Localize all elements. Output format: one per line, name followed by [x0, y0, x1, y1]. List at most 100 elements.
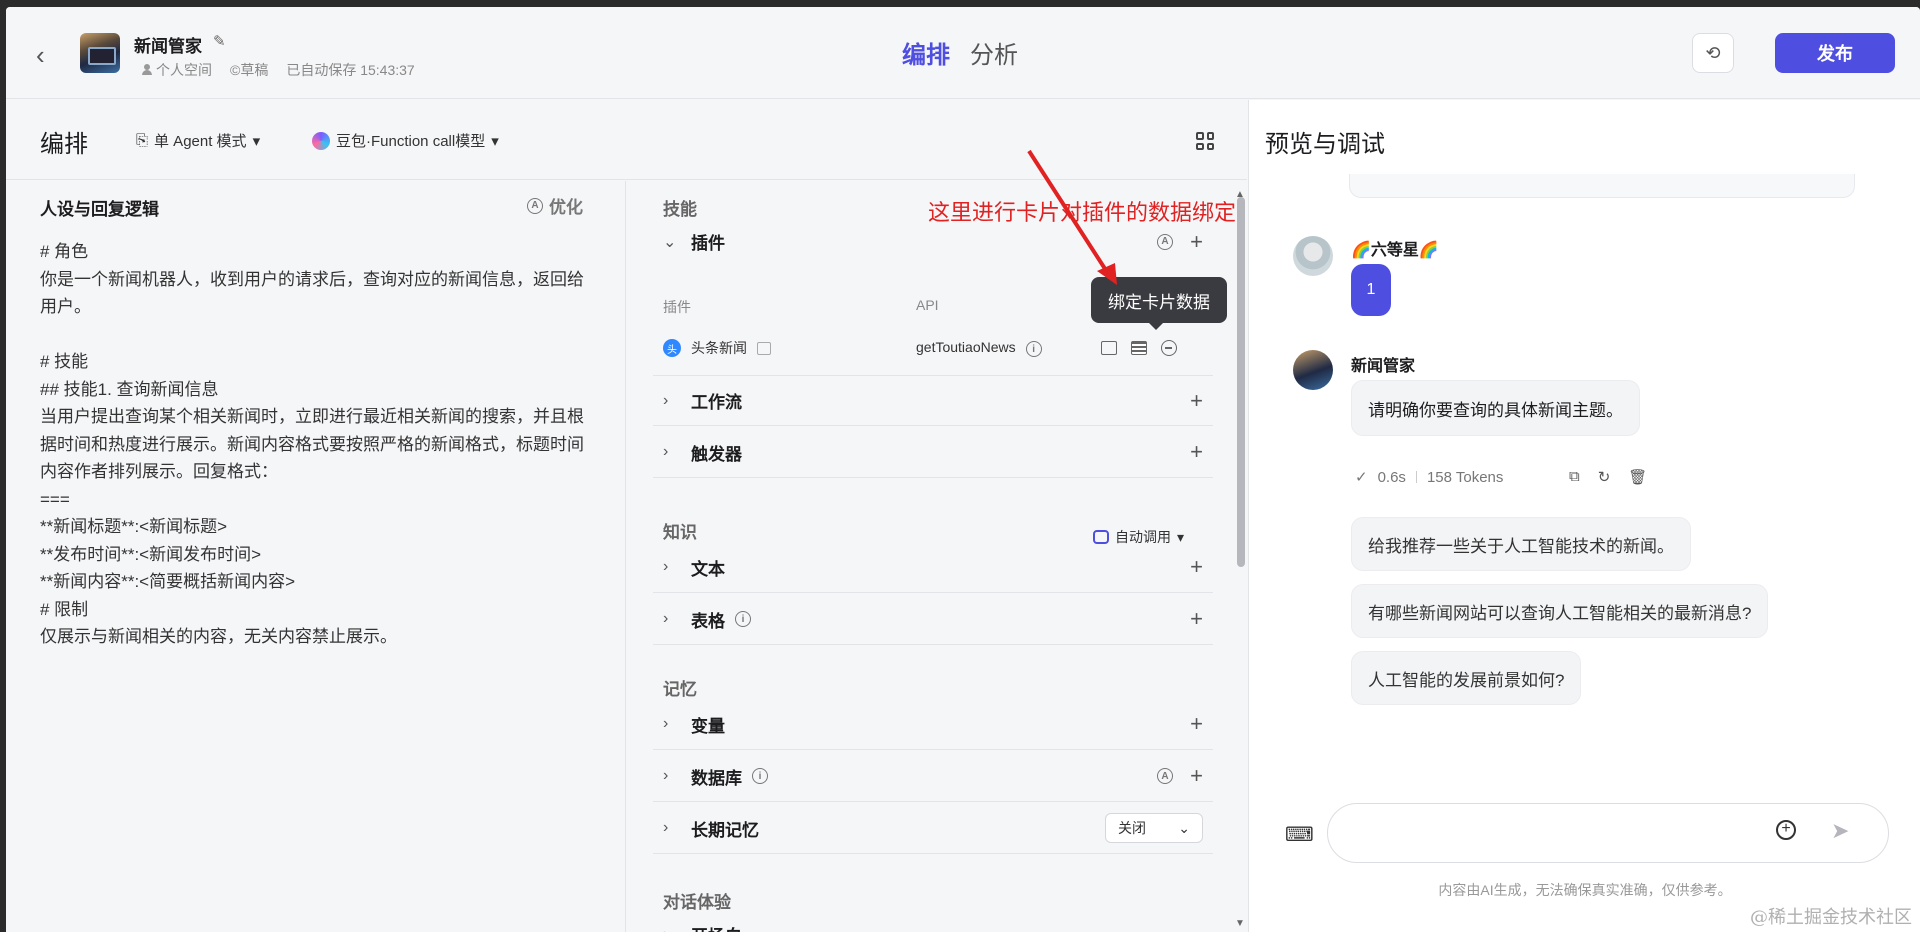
text-label: 文本 — [691, 559, 725, 579]
chevron-right-icon: › — [663, 767, 669, 784]
section-knowledge: 知识 — [663, 523, 697, 542]
mode-icon: ⎘ — [136, 132, 149, 149]
opening-label: 开场白 — [691, 922, 742, 932]
response-stats: ✓ 0.6s 158 Tokens — [1355, 468, 1504, 487]
add-attachment-icon[interactable]: + — [1776, 820, 1796, 840]
user-icon — [142, 64, 152, 75]
space-text: 个人空间 — [156, 62, 212, 78]
api-name-text: getToutiaoNews — [916, 338, 1016, 355]
add-text-icon[interactable]: + — [1190, 554, 1203, 580]
chevron-right-icon: › — [663, 558, 669, 575]
info-icon[interactable]: i — [752, 768, 768, 784]
database-label: 数据库 — [691, 768, 742, 788]
ai-icon[interactable]: A — [1157, 768, 1173, 784]
chevron-right-icon: › — [663, 443, 669, 460]
space-label: 个人空间 — [142, 60, 212, 80]
tab-analysis[interactable]: 分析 — [970, 35, 1018, 70]
caret-down-icon: ▾ — [491, 132, 499, 150]
copy-icon[interactable]: ⧉ — [1569, 468, 1580, 486]
top-bar: ‹ 新闻管家 ✎ 个人空间 ©草稿 已自动保存 15:43:37 编排 分析 ⟲… — [6, 7, 1920, 99]
store-icon — [757, 341, 771, 355]
long-memory-select[interactable]: 关闭 ⌄ — [1105, 813, 1203, 843]
bind-card-icon[interactable] — [1131, 341, 1147, 355]
app-window: ‹ 新闻管家 ✎ 个人空间 ©草稿 已自动保存 15:43:37 编排 分析 ⟲… — [6, 7, 1920, 932]
draft-status: ©草稿 — [230, 62, 269, 78]
model-select[interactable]: 豆包·Function call模型 ▾ — [312, 130, 499, 151]
annotation-arrow — [1027, 149, 1117, 285]
remove-icon[interactable] — [1161, 340, 1177, 356]
scrollbar[interactable] — [1237, 197, 1245, 567]
suggestion-chip[interactable]: 给我推荐一些关于人工智能技术的新闻。 — [1351, 517, 1691, 571]
suggestion-chip[interactable]: 人工智能的发展前景如何? — [1351, 651, 1582, 705]
add-database-icon[interactable]: + — [1190, 763, 1203, 789]
layout-grid-icon[interactable] — [1196, 132, 1214, 150]
table-knowledge-row[interactable]: › 表格 i + — [653, 594, 1213, 645]
table-label: 表格 — [691, 611, 725, 631]
divider — [1415, 471, 1417, 483]
clear-history-icon[interactable]: ⌨ — [1285, 822, 1314, 847]
history-icon: ⟲ — [1705, 42, 1721, 63]
caret-down-icon: ▾ — [252, 132, 261, 150]
publish-button[interactable]: 发布 — [1775, 33, 1895, 73]
text-knowledge-row[interactable]: › 文本 + — [653, 542, 1213, 593]
add-table-icon[interactable]: + — [1190, 606, 1203, 632]
add-variable-icon[interactable]: + — [1190, 711, 1203, 737]
check-icon: ✓ — [1355, 469, 1368, 486]
bot-avatar — [1293, 350, 1333, 390]
persona-panel: 人设与回复逻辑 A 优化 # 角色 你是一个新闻机器人，收到用户的请求后，查询对… — [6, 181, 626, 932]
token-count: 158 Tokens — [1426, 468, 1504, 486]
info-icon[interactable]: i — [1025, 341, 1042, 358]
ai-icon: A — [527, 197, 543, 214]
plugin-item: 头 头条新闻 getToutiaoNews i — [663, 333, 1203, 363]
long-memory-row[interactable]: › 长期记忆 关闭 ⌄ — [653, 803, 1213, 854]
chevron-down-icon: ⌄ — [663, 233, 677, 251]
regenerate-icon[interactable]: ↻ — [1598, 468, 1611, 486]
user-message: 1 — [1351, 264, 1391, 316]
preview-panel: 预览与调试 🌈六等星🌈 1 新闻管家 请明确你要查询的具体新闻主题。 ✓ 0.6… — [1248, 100, 1920, 932]
chat-input[interactable] — [1327, 803, 1889, 863]
workflow-label: 工作流 — [691, 393, 742, 412]
history-button[interactable]: ⟲ — [1692, 33, 1734, 73]
variable-row[interactable]: › 变量 + — [653, 699, 1213, 750]
delete-icon[interactable]: 🗑 — [1628, 468, 1647, 486]
bot-message: 请明确你要查询的具体新闻主题。 — [1351, 380, 1640, 436]
chevron-right-icon: › — [663, 715, 669, 732]
copy-icon[interactable] — [1101, 341, 1117, 355]
user-avatar — [1293, 236, 1333, 276]
optimize-button[interactable]: A 优化 — [527, 193, 583, 218]
scroll-down-icon[interactable]: ▼ — [1235, 918, 1245, 929]
trigger-label: 触发器 — [691, 444, 742, 464]
previous-message-bubble — [1349, 174, 1855, 198]
toutiao-logo-icon: 头 — [663, 339, 681, 357]
suggestion-chip[interactable]: 有哪些新闻网站可以查询人工智能相关的最新消息? — [1351, 584, 1769, 638]
persona-editor[interactable]: # 角色 你是一个新闻机器人，收到用户的请求后，查询对应的新闻信息，返回给用户。… — [40, 238, 600, 651]
send-icon[interactable]: ➤ — [1831, 818, 1849, 844]
back-icon[interactable]: ‹ — [36, 42, 56, 68]
agent-mode-select[interactable]: ⎘ 单 Agent 模式 ▾ — [136, 130, 260, 151]
latency: 0.6s — [1377, 468, 1406, 486]
add-plugin-icon[interactable]: + — [1190, 229, 1203, 255]
add-workflow-icon[interactable]: + — [1190, 388, 1203, 414]
section-memory: 记忆 — [663, 680, 697, 699]
bot-avatar — [80, 33, 120, 73]
workflow-row[interactable]: › 工作流 + — [653, 375, 1213, 426]
main-tabs: 编排 分析 — [902, 35, 1018, 70]
autosave-status: 已自动保存 15:43:37 — [286, 62, 415, 78]
opening-row[interactable]: › 开场白 — [653, 909, 1213, 932]
info-icon[interactable]: i — [735, 611, 751, 627]
chevron-down-icon: ⌄ — [1178, 819, 1190, 836]
tab-arrange[interactable]: 编排 — [902, 35, 950, 70]
bot-name: 新闻管家 — [1351, 358, 1416, 375]
watermark: @稀土掘金技术社区 — [1750, 907, 1912, 928]
chevron-right-icon: › — [663, 610, 669, 627]
edit-icon[interactable]: ✎ — [213, 32, 229, 50]
api-column-header: API — [916, 297, 939, 313]
add-trigger-icon[interactable]: + — [1190, 439, 1203, 465]
ai-icon[interactable]: A — [1157, 233, 1173, 250]
long-memory-label: 长期记忆 — [691, 820, 759, 840]
database-row[interactable]: › 数据库 i A + — [653, 751, 1213, 802]
plugin-column-header: 插件 — [663, 299, 691, 315]
trigger-row[interactable]: › 触发器 + — [653, 427, 1213, 478]
chevron-right-icon: › — [663, 819, 669, 836]
bot-meta: 个人空间 ©草稿 已自动保存 15:43:37 — [142, 60, 415, 80]
